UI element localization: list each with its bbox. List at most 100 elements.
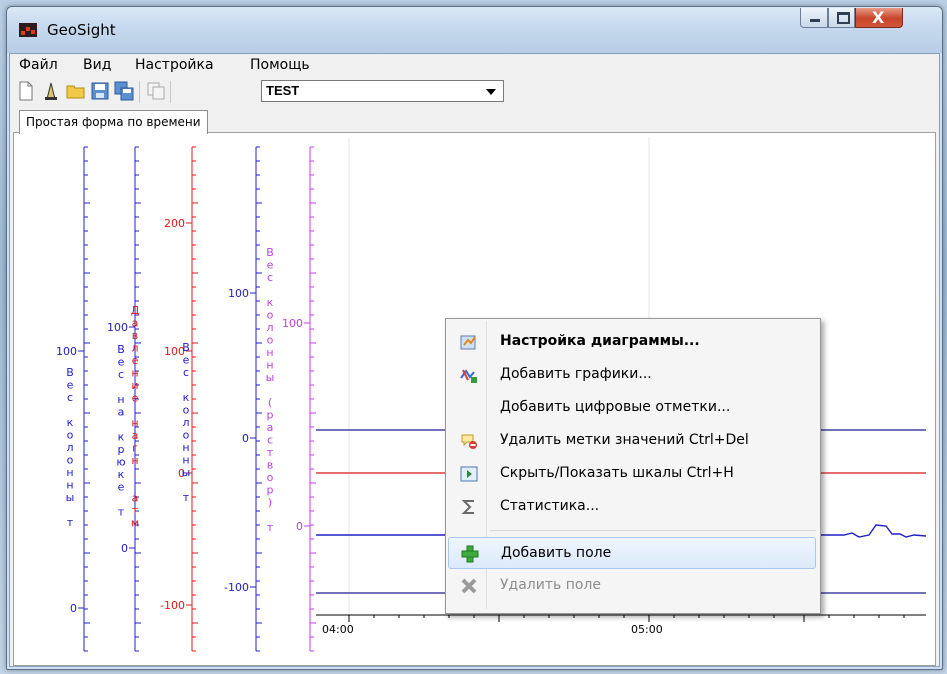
axis-tick-label: 0 bbox=[242, 432, 249, 445]
axis-title-char: р bbox=[267, 484, 274, 497]
axis-title-char: н bbox=[66, 479, 73, 492]
menu-item-add-graphs[interactable]: Добавить графики... bbox=[448, 359, 816, 391]
axis-tick-label: 100 bbox=[56, 345, 77, 358]
menu-help[interactable]: Помощь bbox=[250, 57, 310, 73]
menu-item-label: Настройка диаграммы... bbox=[500, 333, 700, 349]
menu-item-chart-settings[interactable]: Настройка диаграммы... bbox=[448, 326, 816, 358]
menu-view[interactable]: Вид bbox=[83, 57, 111, 73]
geosight-logo-icon bbox=[19, 23, 37, 37]
axis-title-char: а bbox=[132, 429, 139, 442]
axis-title-char: к bbox=[118, 468, 125, 481]
axis-title-char: л bbox=[266, 321, 273, 334]
axis-title-char: с bbox=[267, 434, 273, 447]
title-bar[interactable]: GeoSight X bbox=[7, 7, 942, 53]
axis-title-char: к bbox=[67, 416, 74, 429]
axis-tick-label: 100 bbox=[228, 287, 249, 300]
plus-icon bbox=[461, 545, 479, 563]
axis-title-char: н bbox=[117, 393, 124, 406]
remove-labels-icon bbox=[461, 434, 477, 449]
axis-title-char: к bbox=[183, 391, 190, 404]
open-folder-icon[interactable] bbox=[66, 81, 86, 101]
axis-title-char: о bbox=[67, 429, 74, 442]
well-select-combo[interactable]: TEST bbox=[261, 80, 504, 102]
axis-title-char: ю bbox=[116, 456, 125, 469]
axis-title-char: н bbox=[66, 466, 73, 479]
maximize-button[interactable] bbox=[828, 8, 855, 28]
axis-title-char: л bbox=[182, 416, 189, 429]
menu-item-add-field[interactable]: Добавить поле bbox=[448, 537, 816, 569]
axis-title-char: в bbox=[132, 329, 138, 342]
menu-item-label: Добавить графики... bbox=[500, 366, 652, 382]
menu-item-label: Удалить поле bbox=[500, 577, 601, 593]
axis-title-char: н bbox=[131, 367, 138, 380]
menu-item-add-digital-marks[interactable]: Добавить цифровые отметки... bbox=[448, 392, 816, 424]
axis-title-char: т bbox=[183, 491, 190, 504]
close-icon: X bbox=[872, 8, 885, 27]
axis-title-char: л bbox=[66, 441, 73, 454]
chart-settings-icon bbox=[460, 335, 476, 350]
x-tick-label: 05:00 bbox=[631, 623, 663, 636]
axis-tick-label: 100 bbox=[107, 321, 128, 334]
add-graphs-icon bbox=[460, 369, 477, 383]
sigma-icon bbox=[461, 500, 474, 514]
tab-label: Простая форма по времени bbox=[26, 115, 201, 129]
axis-title-char: В bbox=[182, 341, 190, 354]
axis-title-char: о bbox=[183, 404, 190, 417]
save-icon[interactable] bbox=[90, 81, 110, 101]
tab-time-chart[interactable]: Простая форма по времени bbox=[19, 110, 208, 134]
copy-icon[interactable] bbox=[146, 81, 166, 101]
window-title: GeoSight bbox=[47, 21, 116, 39]
menu-item-label: Скрыть/Показать шкалы Ctrl+H bbox=[500, 465, 734, 481]
axis-title-char: е bbox=[67, 379, 74, 392]
menu-bar: Файл Вид Настройка Помощь bbox=[10, 54, 939, 76]
menu-settings[interactable]: Настройка bbox=[135, 57, 214, 73]
axis-title-char: н bbox=[182, 441, 189, 454]
axis-title-char: е bbox=[118, 356, 125, 369]
axis-title-char: н bbox=[266, 359, 273, 372]
axis-title-char: В bbox=[66, 366, 74, 379]
menu-separator bbox=[490, 530, 816, 531]
axis-title-char: о bbox=[183, 429, 190, 442]
menu-item-remove-value-labels[interactable]: Удалить метки значений Ctrl+Del bbox=[448, 425, 816, 457]
axis-title-char: г bbox=[132, 442, 138, 455]
axis-tick-label: 0 bbox=[296, 520, 303, 533]
menu-item-label: Удалить метки значений Ctrl+Del bbox=[500, 432, 749, 448]
axis-title-char: е bbox=[183, 354, 190, 367]
axis-title-char: л bbox=[131, 342, 138, 355]
close-button[interactable]: X bbox=[855, 8, 903, 28]
axis-title-char: о bbox=[267, 309, 274, 322]
minimize-icon bbox=[810, 19, 820, 22]
maximize-icon bbox=[837, 12, 850, 24]
axis-title-char: н bbox=[266, 346, 273, 359]
menu-file[interactable]: Файл bbox=[19, 57, 58, 73]
minimize-button[interactable] bbox=[800, 8, 828, 28]
axis-title-char: в bbox=[267, 459, 273, 472]
axis-title-char: . bbox=[133, 467, 137, 480]
toggle-scales-icon bbox=[460, 466, 478, 482]
axis-title-char: ) bbox=[268, 496, 272, 509]
menu-item-toggle-scales[interactable]: Скрыть/Показать шкалы Ctrl+H bbox=[448, 458, 816, 490]
context-menu: Настройка диаграммы... Добавить графики.… bbox=[445, 318, 821, 614]
axis-title-char: е bbox=[132, 354, 139, 367]
axis-title-char: е bbox=[118, 481, 125, 494]
axis-title-char: и bbox=[131, 379, 138, 392]
save-all-icon[interactable] bbox=[114, 81, 134, 101]
axis-title-char: ы bbox=[266, 371, 275, 384]
menu-item-statistics[interactable]: Статистика... bbox=[448, 491, 816, 523]
axis-title-char: а bbox=[132, 492, 139, 505]
axis-title-char: т bbox=[132, 504, 139, 517]
axis-title-char: т bbox=[118, 506, 125, 519]
axis-title-char: В bbox=[266, 246, 274, 259]
axis-tick-label: 0 bbox=[70, 602, 77, 615]
axis-title-char: Д bbox=[131, 304, 140, 317]
menu-item-label: Статистика... bbox=[500, 498, 600, 514]
axis-title-char: к bbox=[267, 296, 274, 309]
rig-icon[interactable] bbox=[41, 81, 61, 101]
axis-title-char: е bbox=[267, 259, 274, 272]
delete-x-icon bbox=[461, 578, 477, 594]
new-document-icon[interactable] bbox=[16, 81, 36, 101]
axis-title-char: с bbox=[67, 391, 73, 404]
dropdown-arrow-icon bbox=[486, 89, 496, 95]
axis-title-char: о bbox=[267, 471, 274, 484]
axis-title-char: о bbox=[67, 454, 74, 467]
